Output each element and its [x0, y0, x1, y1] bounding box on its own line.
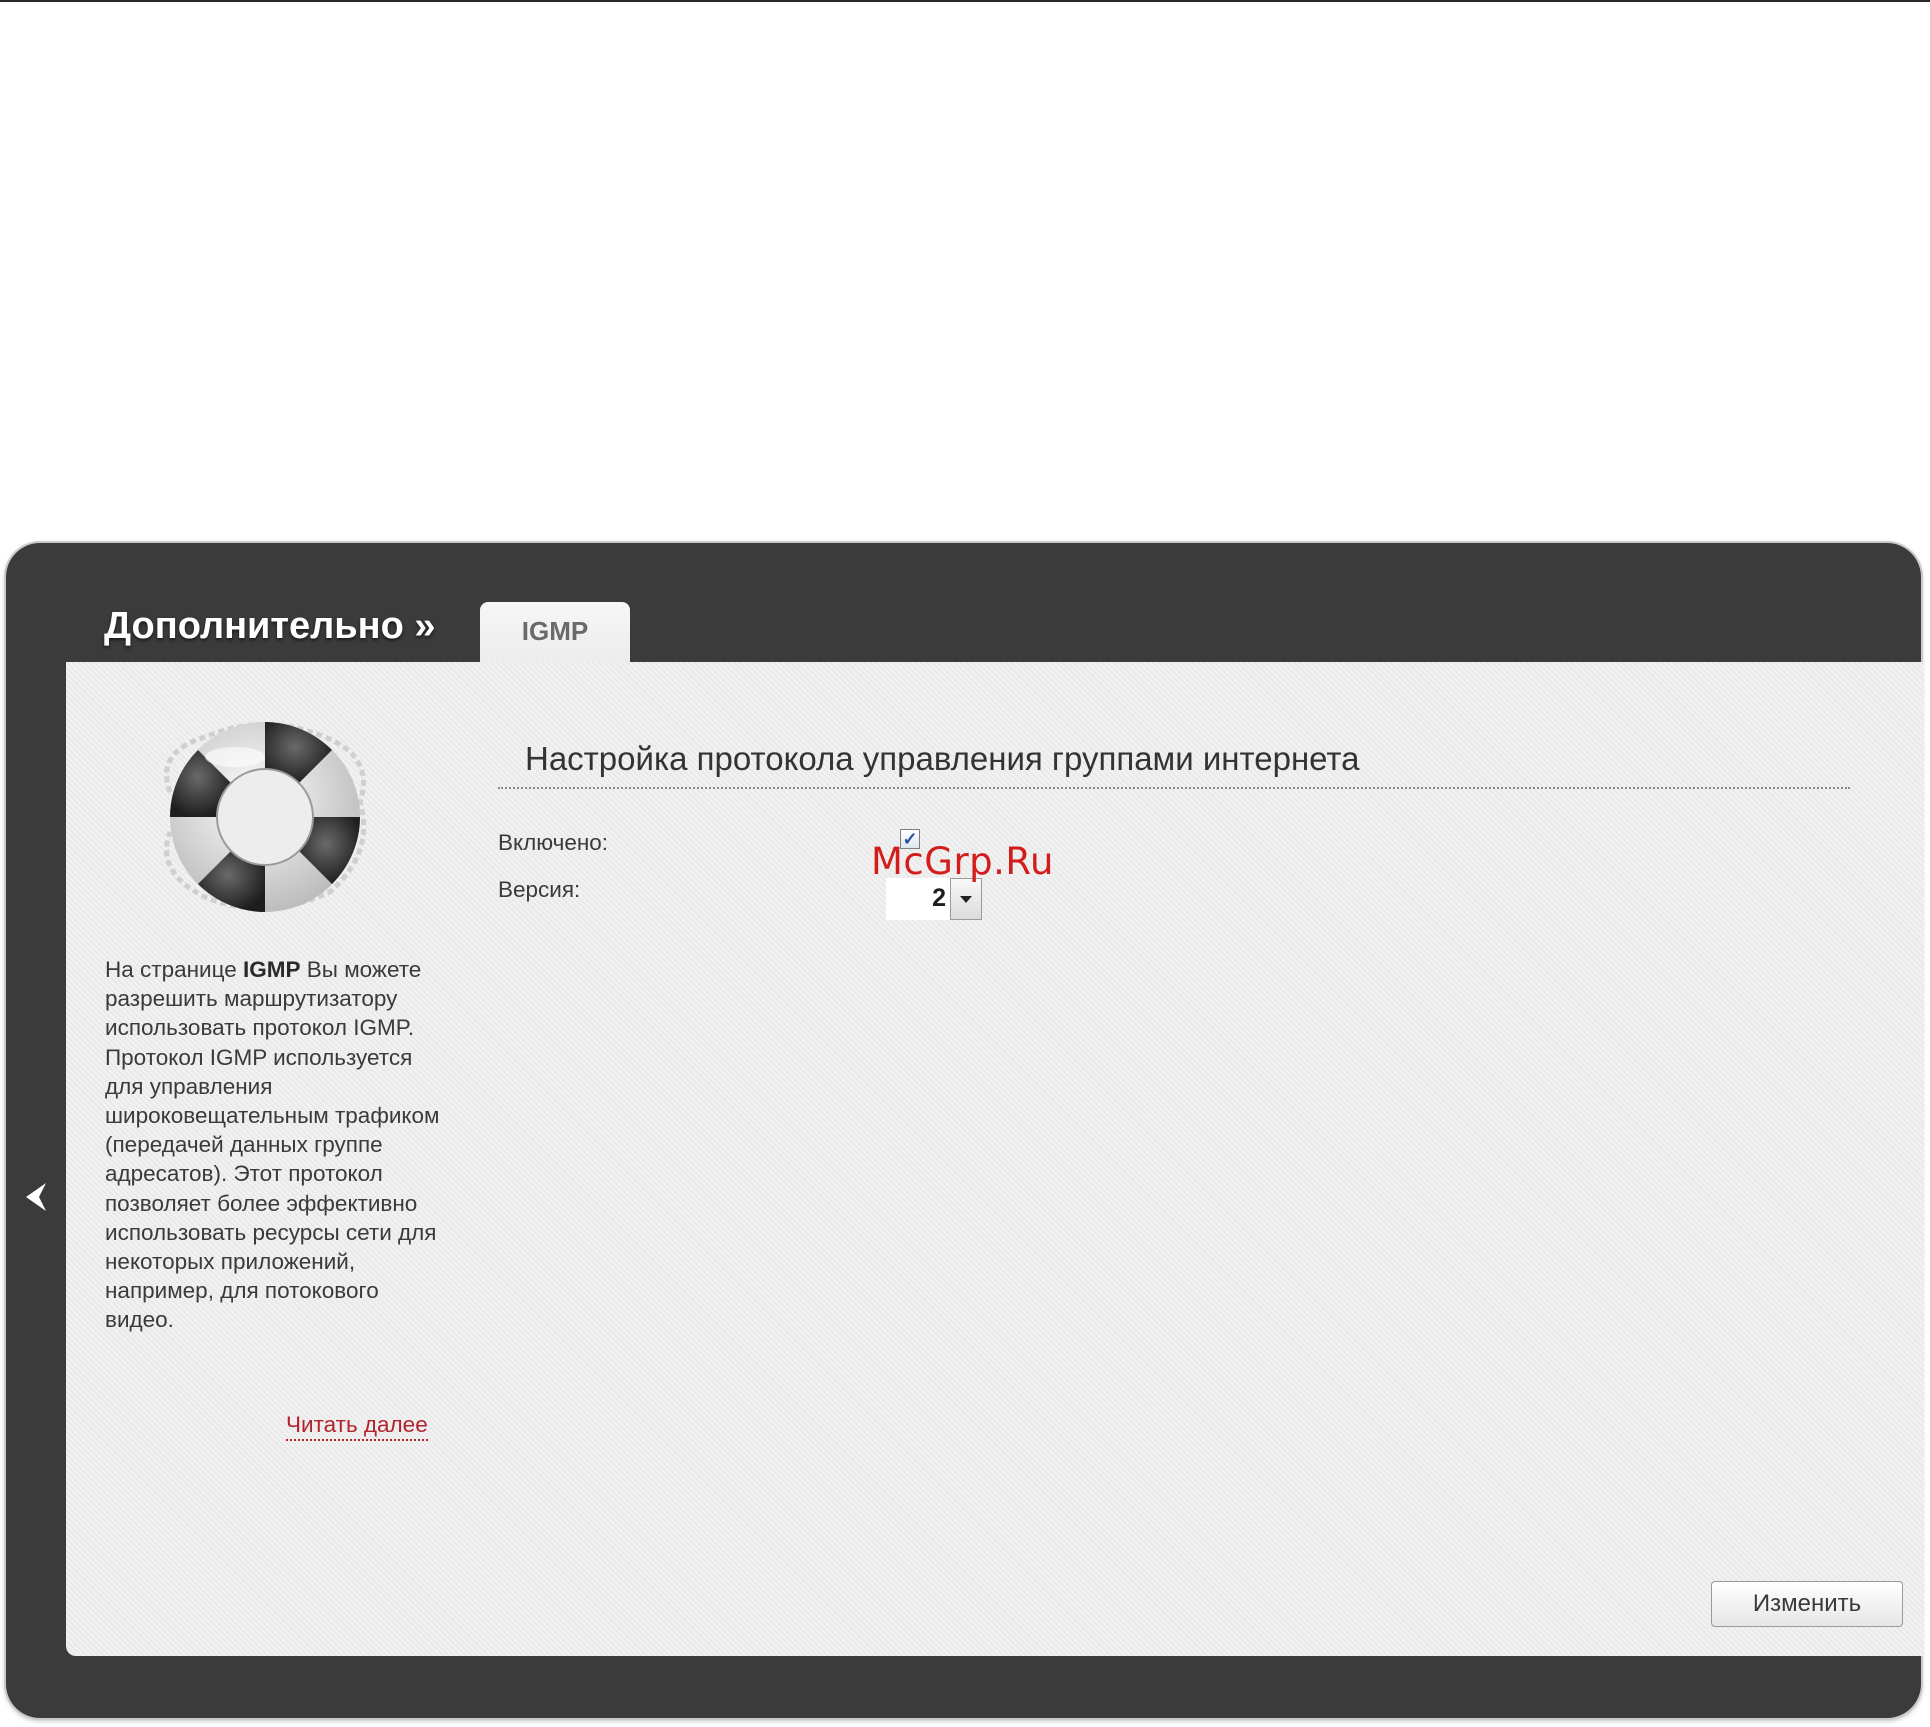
section-title: Дополнительно » [104, 605, 436, 647]
chevron-down-icon[interactable] [950, 878, 982, 920]
help-text-suffix: Вы можете разрешить маршрутизатору испол… [105, 957, 440, 1333]
tab-igmp[interactable]: IGMP [480, 602, 630, 666]
lifebuoy-icon [150, 712, 380, 922]
help-text: На странице IGMP Вы можете разрешить мар… [105, 955, 450, 1335]
watermark: McGrp.Ru [871, 840, 1054, 883]
save-button[interactable]: Изменить [1711, 1581, 1903, 1627]
enabled-label: Включено: [498, 830, 609, 855]
read-more-link[interactable]: Читать далее [286, 1412, 428, 1441]
version-select[interactable]: 2 [886, 878, 982, 920]
heading-divider [498, 787, 1850, 789]
version-label: Версия: [498, 877, 581, 902]
form-heading: Настройка протокола управления группами … [525, 740, 1360, 777]
version-select-value: 2 [932, 884, 946, 912]
back-arrow-icon[interactable] [20, 1180, 54, 1214]
top-rule [0, 0, 1930, 2]
help-text-prefix: На странице [105, 957, 243, 982]
help-text-bold: IGMP [243, 957, 301, 982]
